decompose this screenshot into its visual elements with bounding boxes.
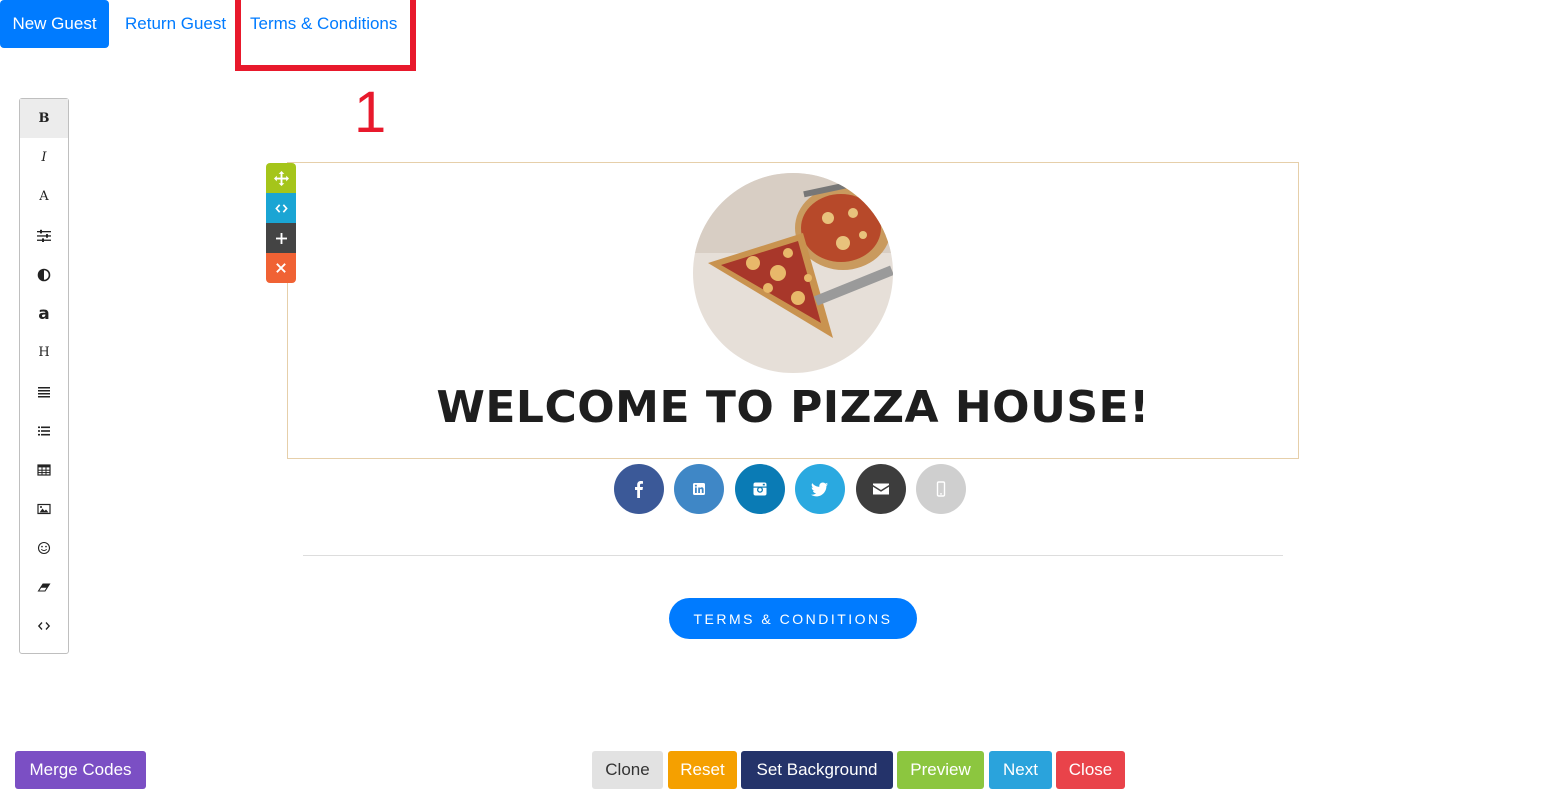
tab-new-guest[interactable]: New Guest xyxy=(0,0,109,48)
add-handle[interactable] xyxy=(266,223,296,253)
font-button[interactable]: A xyxy=(20,177,68,216)
italic-button[interactable]: I xyxy=(20,138,68,177)
page-headline: WELCOME TO PIZZA HOUSE! xyxy=(436,382,1150,433)
twitter-link[interactable] xyxy=(795,464,845,514)
sliders-icon xyxy=(37,229,51,242)
close-button[interactable]: Close xyxy=(1056,751,1125,789)
move-handle[interactable] xyxy=(266,163,296,193)
move-icon xyxy=(273,170,289,186)
smiley-icon xyxy=(37,541,51,554)
next-button[interactable]: Next xyxy=(989,751,1052,789)
annotation-number: 1 xyxy=(354,80,387,145)
code-handle[interactable] xyxy=(266,193,296,223)
facebook-icon xyxy=(635,481,643,498)
list-icon xyxy=(38,426,50,435)
linkedin-icon xyxy=(693,483,705,495)
terms-conditions-button[interactable]: TERMS & CONDITIONS xyxy=(669,598,917,639)
table-button[interactable] xyxy=(20,450,68,489)
emoji-button[interactable] xyxy=(20,528,68,567)
align-icon xyxy=(38,386,50,397)
table-icon xyxy=(37,463,51,476)
preview-button[interactable]: Preview xyxy=(897,751,984,789)
code-icon xyxy=(37,621,51,630)
merge-codes-button[interactable]: Merge Codes xyxy=(15,751,146,789)
align-button[interactable] xyxy=(20,372,68,411)
code-button[interactable] xyxy=(20,606,68,645)
clone-button[interactable]: Clone xyxy=(592,751,663,789)
image-button[interactable] xyxy=(20,489,68,528)
set-background-button[interactable]: Set Background xyxy=(741,751,893,789)
phone-icon xyxy=(936,481,946,497)
divider xyxy=(303,555,1283,556)
eraser-icon xyxy=(37,582,51,592)
heading-button[interactable]: H xyxy=(20,333,68,372)
delete-handle[interactable] xyxy=(266,253,296,283)
close-icon xyxy=(276,263,286,273)
annotation-highlight-box xyxy=(235,0,416,71)
phone-link[interactable] xyxy=(916,464,966,514)
plus-icon xyxy=(275,232,287,244)
font-size-button[interactable]: a xyxy=(20,294,68,333)
code-icon xyxy=(274,203,288,213)
sliders-button[interactable] xyxy=(20,216,68,255)
bold-button[interactable]: B xyxy=(20,99,68,138)
twitter-icon xyxy=(811,482,828,497)
instagram-link[interactable] xyxy=(735,464,785,514)
email-icon xyxy=(873,483,889,495)
tab-return-guest[interactable]: Return Guest xyxy=(125,0,226,48)
eraser-button[interactable] xyxy=(20,567,68,606)
formatting-toolbar: B I A a H xyxy=(19,98,69,654)
contrast-button[interactable] xyxy=(20,255,68,294)
image-icon xyxy=(37,503,51,514)
reset-button[interactable]: Reset xyxy=(668,751,737,789)
pizza-image xyxy=(693,173,893,373)
instagram-icon xyxy=(753,482,767,496)
facebook-link[interactable] xyxy=(614,464,664,514)
contrast-icon xyxy=(37,268,51,281)
linkedin-link[interactable] xyxy=(674,464,724,514)
list-button[interactable] xyxy=(20,411,68,450)
email-link[interactable] xyxy=(856,464,906,514)
